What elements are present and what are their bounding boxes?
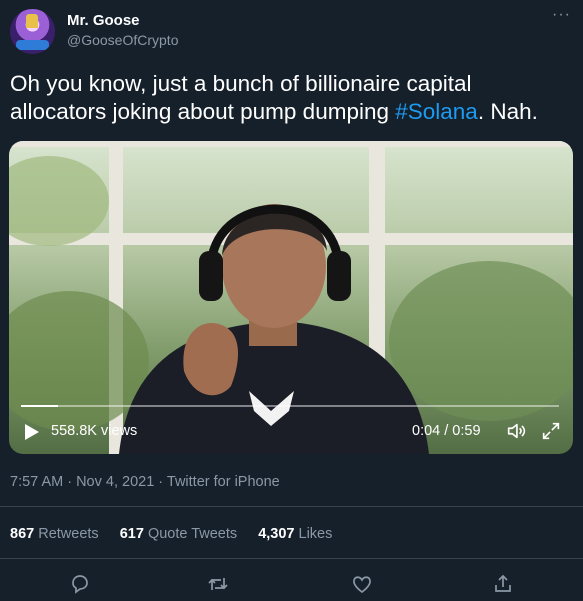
quote-tweets-stat[interactable]: 617 Quote Tweets: [120, 526, 237, 542]
author-handle[interactable]: @GooseOfCrypto: [67, 32, 178, 48]
likes-label: Likes: [298, 526, 333, 542]
divider: [0, 506, 583, 507]
retweets-label: Retweets: [38, 526, 99, 542]
video-frame: [9, 141, 573, 454]
play-icon[interactable]: [25, 424, 39, 440]
retweets-count: 867: [10, 526, 35, 542]
video-progress-fill: [21, 405, 58, 407]
likes-count: 4,307: [258, 526, 295, 542]
video-time: 0:04 / 0:59: [412, 423, 481, 439]
retweets-stat[interactable]: 867 Retweets: [10, 526, 99, 542]
tweet-text-after: . Nah.: [477, 99, 538, 124]
quote-tweets-count: 617: [119, 526, 144, 542]
share-icon[interactable]: [491, 572, 515, 596]
quote-tweets-label: Quote Tweets: [147, 526, 238, 542]
tweet-text: Oh you know, just a bunch of billionaire…: [10, 70, 570, 126]
more-icon[interactable]: ···: [552, 6, 571, 24]
engagement-stats: 867 Retweets 617 Quote Tweets 4,307 Like…: [10, 526, 349, 542]
volume-icon[interactable]: [505, 420, 527, 442]
like-icon[interactable]: [350, 572, 374, 596]
fullscreen-icon[interactable]: [540, 420, 562, 442]
author-name[interactable]: Mr. Goose: [67, 12, 140, 29]
video-progress[interactable]: [21, 405, 559, 407]
tweet-meta: 7:57 AM · Nov 4, 2021 · Twitter for iPho…: [10, 474, 280, 490]
video-player[interactable]: 558.8K views 0:04 / 0:59: [9, 141, 573, 454]
retweet-icon[interactable]: [206, 572, 230, 596]
likes-stat[interactable]: 4,307 Likes: [258, 526, 332, 542]
reply-icon[interactable]: [68, 572, 92, 596]
avatar-base: [16, 40, 49, 50]
avatar[interactable]: [10, 9, 55, 54]
view-count: 558.8K views: [51, 423, 138, 439]
divider: [0, 558, 583, 559]
hashtag-link[interactable]: #Solana: [395, 99, 478, 124]
avatar-hat: [26, 14, 38, 28]
